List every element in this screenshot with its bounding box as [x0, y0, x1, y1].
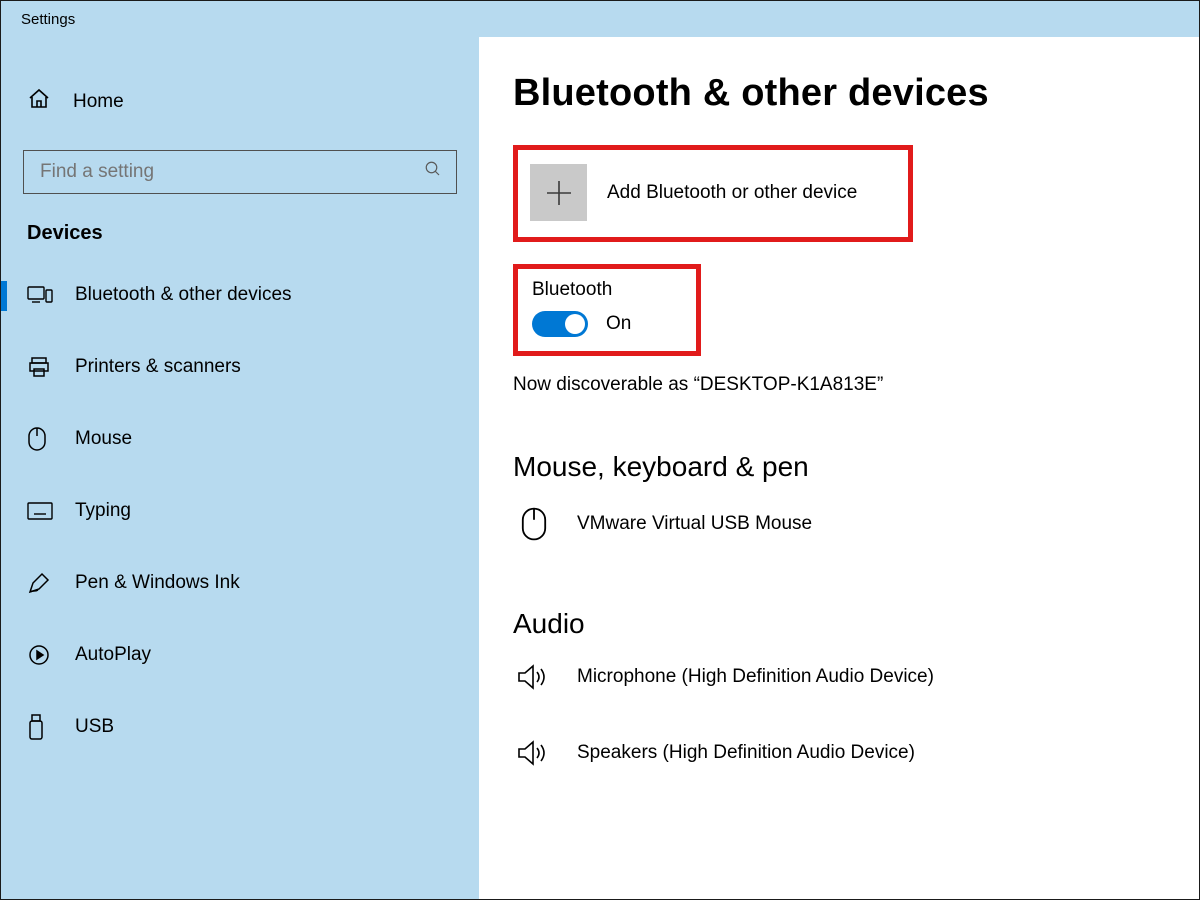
- bluetooth-section: Bluetooth On: [513, 264, 701, 356]
- add-device-label: Add Bluetooth or other device: [607, 182, 857, 204]
- device-label: Speakers (High Definition Audio Device): [577, 742, 915, 764]
- autoplay-icon: [27, 643, 53, 667]
- search-input[interactable]: [38, 160, 424, 184]
- main-content: Bluetooth & other devices Add Bluetooth …: [479, 37, 1199, 899]
- sidebar-item-usb[interactable]: USB: [1, 697, 479, 757]
- settings-window: Settings Home: [0, 0, 1200, 900]
- sidebar-item-pen[interactable]: Pen & Windows Ink: [1, 553, 479, 613]
- window-title: Settings: [21, 11, 75, 28]
- usb-icon: [27, 714, 53, 740]
- add-device-button[interactable]: Add Bluetooth or other device: [513, 145, 913, 242]
- sidebar-item-typing[interactable]: Typing: [1, 481, 479, 541]
- search-container: [23, 150, 457, 194]
- devices-icon: [27, 284, 53, 306]
- device-item-mouse[interactable]: VMware Virtual USB Mouse: [513, 495, 1165, 553]
- page-title: Bluetooth & other devices: [513, 72, 1165, 115]
- nav-home[interactable]: Home: [1, 72, 479, 132]
- device-label: Microphone (High Definition Audio Device…: [577, 666, 934, 688]
- home-icon: [27, 87, 51, 117]
- bluetooth-toggle-state: On: [606, 313, 631, 335]
- mouse-icon: [27, 426, 53, 452]
- bluetooth-toggle-row: On: [532, 311, 682, 337]
- bluetooth-label: Bluetooth: [532, 279, 682, 301]
- toggle-knob: [565, 314, 585, 334]
- sidebar-item-label: Bluetooth & other devices: [75, 284, 292, 306]
- sidebar-item-label: Pen & Windows Ink: [75, 572, 240, 594]
- search-box[interactable]: [23, 150, 457, 194]
- keyboard-icon: [27, 502, 53, 520]
- nav-home-label: Home: [73, 91, 124, 113]
- window-body: Home Devices: [1, 37, 1199, 899]
- device-item-speakers[interactable]: Speakers (High Definition Audio Device): [513, 728, 1165, 778]
- sidebar-section-title: Devices: [1, 222, 479, 265]
- sidebar-item-printers[interactable]: Printers & scanners: [1, 337, 479, 397]
- sidebar-item-label: Mouse: [75, 428, 132, 450]
- speaker-icon: [513, 738, 555, 768]
- bluetooth-toggle[interactable]: [532, 311, 588, 337]
- printer-icon: [27, 355, 53, 379]
- device-label: VMware Virtual USB Mouse: [577, 513, 812, 535]
- device-item-microphone[interactable]: Microphone (High Definition Audio Device…: [513, 652, 1165, 702]
- section-mouse-title: Mouse, keyboard & pen: [513, 451, 1165, 483]
- sidebar: Home Devices: [1, 37, 479, 899]
- sidebar-item-mouse[interactable]: Mouse: [1, 409, 479, 469]
- discoverable-text: Now discoverable as “DESKTOP-K1A813E”: [513, 374, 1165, 396]
- search-icon: [424, 160, 442, 184]
- plus-icon: [530, 164, 587, 221]
- sidebar-item-autoplay[interactable]: AutoPlay: [1, 625, 479, 685]
- sidebar-item-label: AutoPlay: [75, 644, 151, 666]
- pen-icon: [27, 571, 53, 595]
- sidebar-item-bluetooth[interactable]: Bluetooth & other devices: [1, 265, 479, 325]
- speaker-icon: [513, 662, 555, 692]
- section-audio-title: Audio: [513, 608, 1165, 640]
- mouse-icon: [513, 505, 555, 543]
- sidebar-item-label: Printers & scanners: [75, 356, 241, 378]
- sidebar-item-label: USB: [75, 716, 114, 738]
- window-titlebar: Settings: [1, 1, 1199, 37]
- sidebar-item-label: Typing: [75, 500, 131, 522]
